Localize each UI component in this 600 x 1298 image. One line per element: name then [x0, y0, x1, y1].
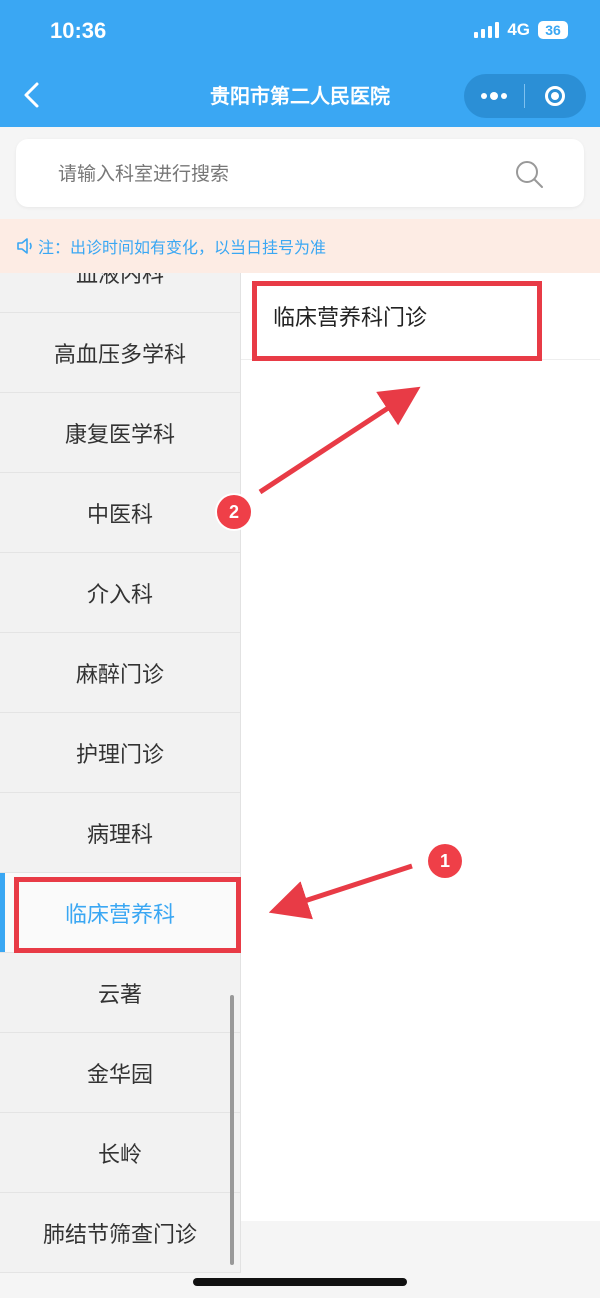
step-badge-1: 1	[428, 844, 462, 878]
home-indicator[interactable]	[193, 1278, 407, 1286]
arrow-to-department	[268, 863, 413, 920]
arrow-to-clinic	[258, 386, 421, 495]
step-badge-2: 2	[217, 495, 251, 529]
annotation-arrows	[258, 386, 421, 920]
